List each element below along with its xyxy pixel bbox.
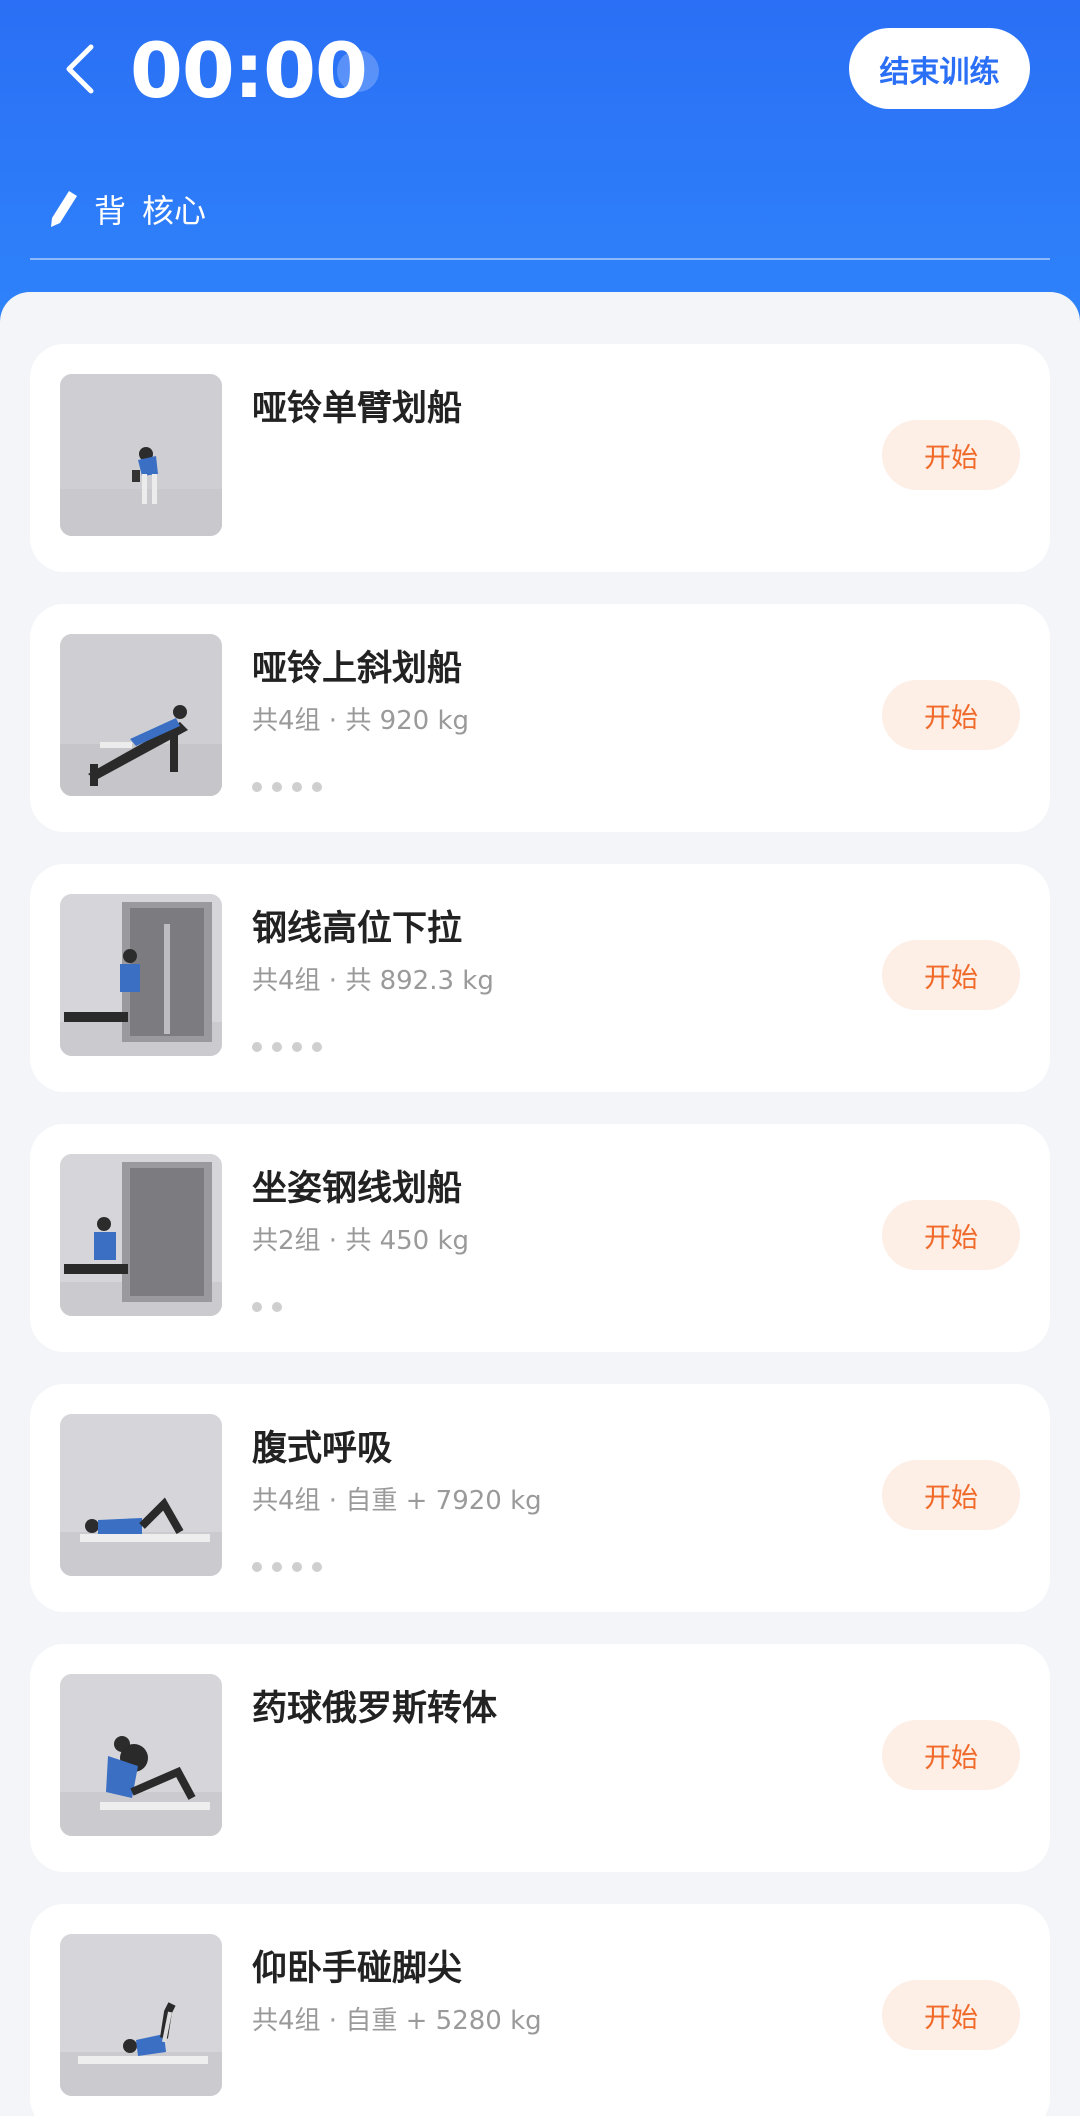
start-button[interactable]: 开始 (882, 420, 1020, 490)
exercise-summary: 共4组 · 共 920 kg (252, 706, 470, 736)
tag-back: 背 (94, 192, 127, 230)
exercise-name: 药球俄罗斯转体 (252, 1689, 498, 1729)
exercise-card[interactable]: 哑铃单臂划船 开始 (30, 344, 1050, 572)
start-button[interactable]: 开始 (882, 680, 1020, 750)
set-dot (292, 782, 302, 792)
exercise-summary: 共4组 · 自重 + 5280 kg (252, 2006, 542, 2036)
exercise-name: 哑铃单臂划船 (252, 389, 463, 429)
start-button[interactable]: 开始 (882, 1980, 1020, 2050)
tag-core: 核心 (142, 192, 207, 230)
set-dot (292, 1562, 302, 1572)
set-dot (272, 1562, 282, 1572)
exercise-card[interactable]: 哑铃上斜划船 共4组 · 共 920 kg 开始 (30, 604, 1050, 832)
exercise-thumbnail (60, 1674, 222, 1836)
exercise-thumbnail (60, 894, 222, 1056)
start-button[interactable]: 开始 (882, 940, 1020, 1010)
play-icon (354, 65, 364, 77)
exercise-thumbnail (60, 374, 222, 536)
start-button[interactable]: 开始 (882, 1200, 1020, 1270)
set-dot (312, 1562, 322, 1572)
exercise-summary: 共2组 · 共 450 kg (252, 1226, 470, 1256)
exercise-name: 仰卧手碰脚尖 (252, 1949, 463, 1989)
set-indicators (252, 1562, 322, 1572)
exercise-card[interactable]: 腹式呼吸 共4组 · 自重 + 7920 kg 开始 (30, 1384, 1050, 1612)
set-dot (252, 1562, 262, 1572)
set-dot (252, 782, 262, 792)
exercise-thumbnail (60, 634, 222, 796)
set-dot (252, 1302, 262, 1312)
set-dot (312, 1042, 322, 1052)
exercise-name: 坐姿钢线划船 (252, 1169, 463, 1209)
chevron-left-icon (66, 44, 94, 94)
header-divider (30, 258, 1050, 260)
start-button[interactable]: 开始 (882, 1720, 1020, 1790)
exercise-card[interactable]: 仰卧手碰脚尖 共4组 · 自重 + 5280 kg 开始 (30, 1904, 1050, 2116)
set-dot (252, 1042, 262, 1052)
pencil-icon[interactable] (48, 189, 78, 229)
header: 00:00 结束训练 背 核心 (0, 0, 1080, 330)
exercise-name: 腹式呼吸 (252, 1429, 393, 1469)
set-dot (312, 782, 322, 792)
exercise-card[interactable]: 药球俄罗斯转体 开始 (30, 1644, 1050, 1872)
exercise-thumbnail (60, 1414, 222, 1576)
exercise-list: 哑铃单臂划船 开始 哑铃上斜划船 共4组 · 共 920 kg 开始 钢线高位下… (0, 292, 1080, 2116)
exercise-summary: 共4组 · 共 892.3 kg (252, 966, 494, 996)
set-dot (272, 782, 282, 792)
exercise-thumbnail (60, 1934, 222, 2096)
set-dot (272, 1302, 282, 1312)
exercise-name: 钢线高位下拉 (252, 909, 463, 949)
muscle-tags: 背 核心 (48, 184, 206, 234)
exercise-summary: 共4组 · 自重 + 7920 kg (252, 1486, 542, 1516)
exercise-thumbnail (60, 1154, 222, 1316)
set-indicators (252, 1302, 282, 1312)
set-dot (272, 1042, 282, 1052)
exercise-card[interactable]: 钢线高位下拉 共4组 · 共 892.3 kg 开始 (30, 864, 1050, 1092)
workout-timer: 00:00 (130, 26, 368, 115)
set-indicators (252, 782, 322, 792)
back-button[interactable] (52, 38, 108, 100)
play-button[interactable] (337, 50, 379, 92)
end-workout-button[interactable]: 结束训练 (849, 28, 1030, 109)
set-dot (292, 1042, 302, 1052)
exercise-card[interactable]: 坐姿钢线划船 共2组 · 共 450 kg 开始 (30, 1124, 1050, 1352)
exercise-name: 哑铃上斜划船 (252, 649, 463, 689)
set-indicators (252, 1042, 322, 1052)
start-button[interactable]: 开始 (882, 1460, 1020, 1530)
